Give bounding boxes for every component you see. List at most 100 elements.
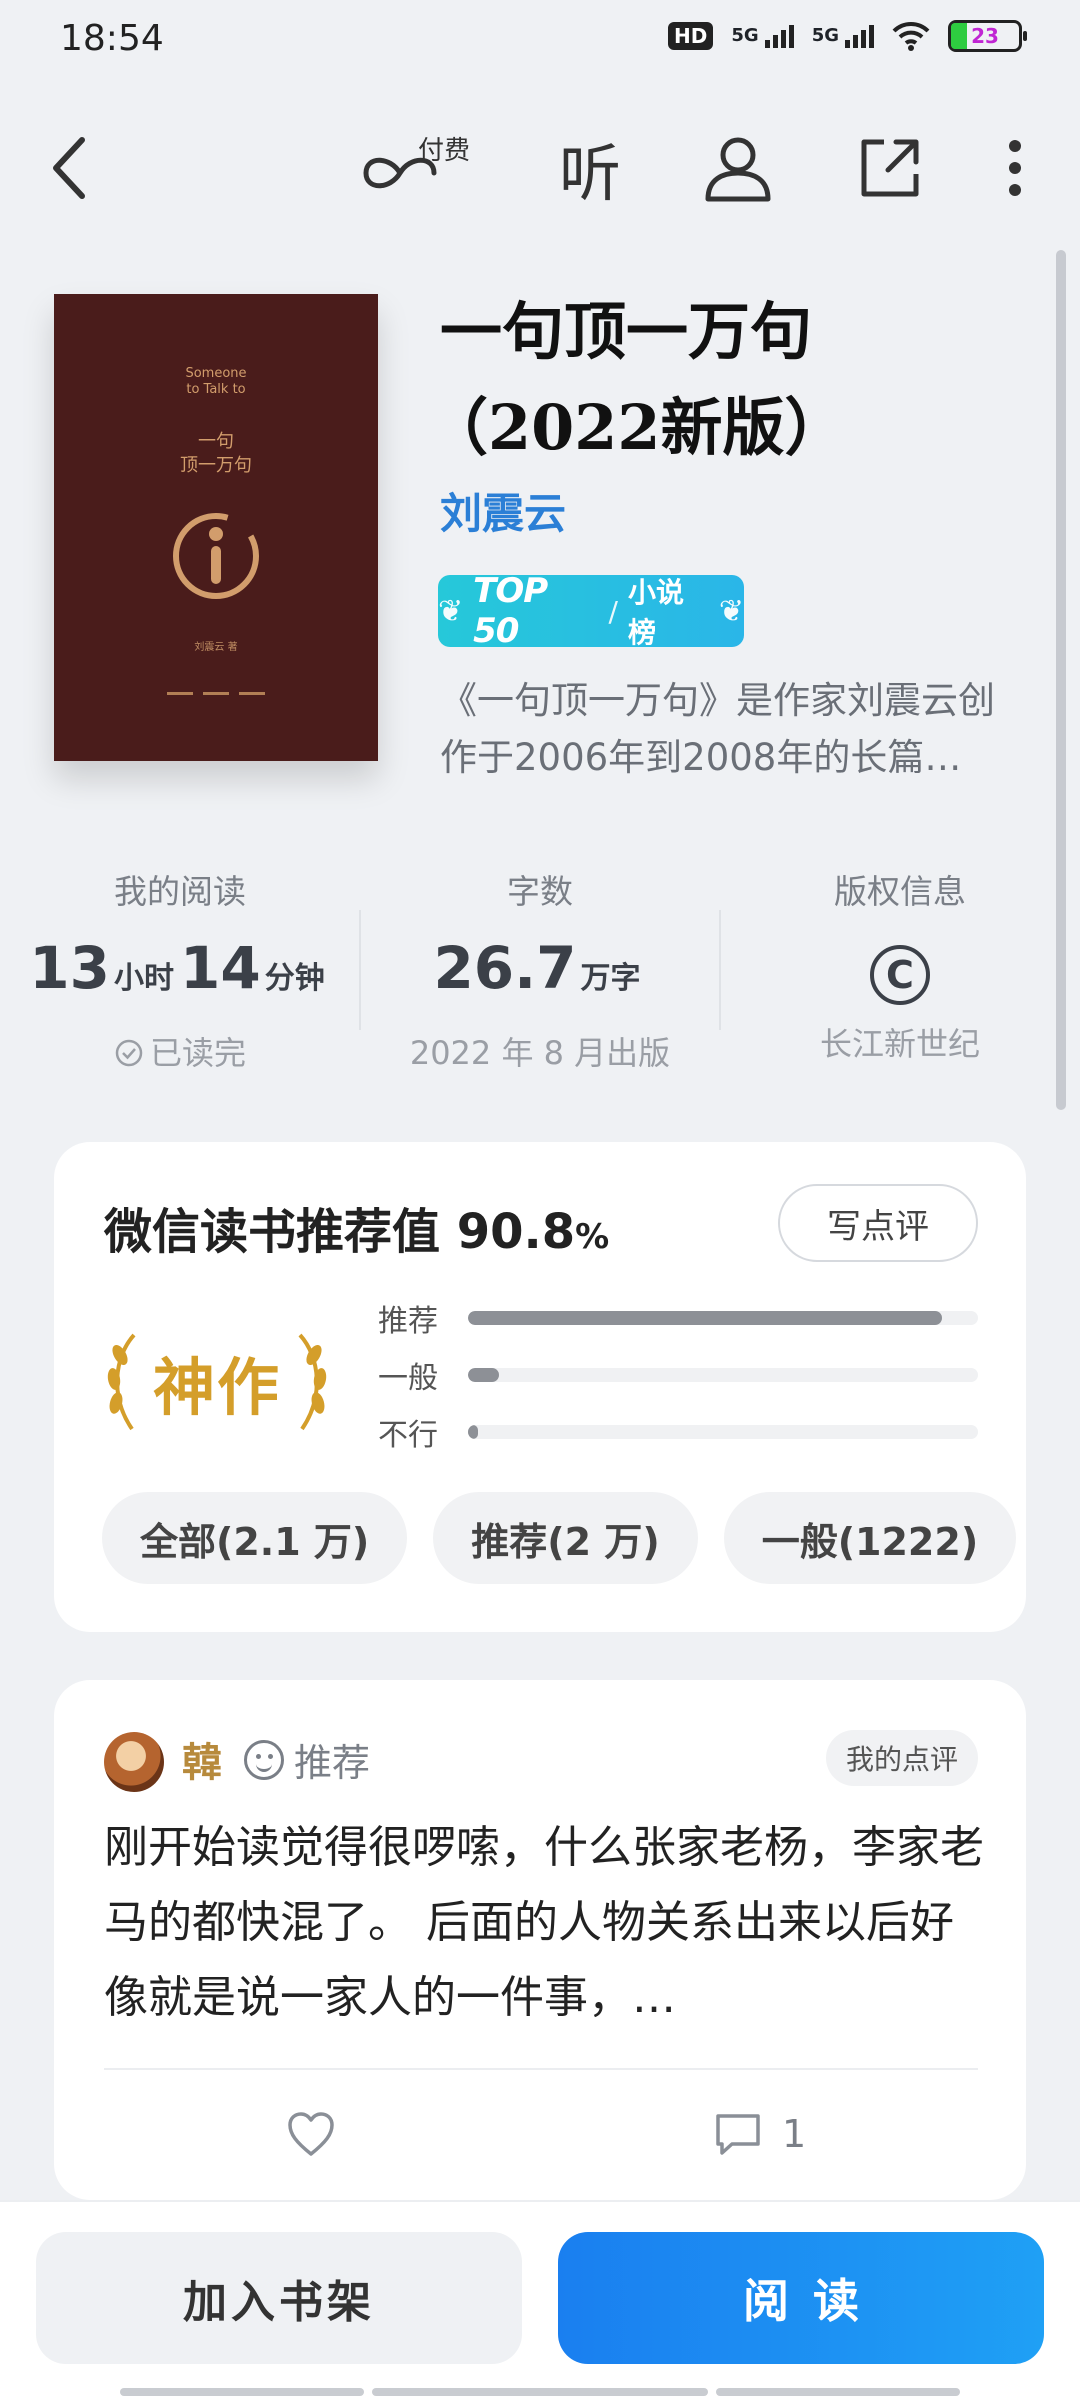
cover-publisher-mark — [54, 692, 378, 695]
rating-bar-label: 推荐 — [378, 1304, 438, 1339]
cover-author: 刘震云 著 — [194, 642, 238, 653]
book-title: 一句顶一万句 （2022新版） — [426, 284, 1040, 476]
rank-top-label: TOP 50 — [473, 571, 548, 651]
status-icons: HD 5G 5G 23 — [668, 20, 1027, 52]
rank-list-label: 小说榜 — [627, 576, 684, 649]
check-circle-icon — [115, 1039, 143, 1067]
paid-listen-button[interactable]: 付费 — [360, 128, 470, 208]
person-icon — [705, 137, 771, 202]
stat-copyright-value: C — [720, 933, 1080, 1005]
rating-bar-label: 不行 — [378, 1418, 438, 1453]
rating-bar-average: 一般 — [378, 1355, 978, 1396]
stat-reading-value: 13 小时 14 分钟 — [0, 933, 360, 1014]
laurel-right-icon — [298, 1333, 327, 1431]
cover-en-line2: to Talk to — [186, 382, 246, 397]
signal-icon-sim2: 5G — [811, 24, 874, 48]
rank-badge[interactable]: ❦ TOP 50 / 小说榜 ❦ — [438, 571, 744, 651]
cover-emblem-icon — [173, 513, 259, 599]
stat-words-value: 26.7 万字 — [360, 933, 720, 1014]
reading-minutes-unit: 分钟 — [264, 961, 325, 996]
rating-title: 微信读书推荐值 90.8% — [104, 1192, 609, 1262]
words-unit: 万字 — [580, 961, 641, 996]
filter-recommend[interactable]: 推荐(2 万) — [433, 1492, 698, 1584]
wifi-icon — [892, 21, 930, 51]
battery-icon: 23 — [948, 20, 1027, 52]
listen-button[interactable]: 听 — [550, 128, 630, 210]
stat-reading-status: 已读完 — [0, 1028, 360, 1074]
stat-word-count: 字数 26.7 万字 2022 年 8 月出版 — [360, 865, 720, 1074]
reading-status-text: 已读完 — [149, 1034, 246, 1072]
copyright-icon: C — [870, 945, 930, 1005]
reading-hours-unit: 小时 — [114, 961, 174, 996]
review-verdict: 推荐 — [244, 1732, 370, 1787]
signal-icon-sim1: 5G — [731, 24, 794, 48]
rating-bar-track — [468, 1368, 978, 1382]
review-text[interactable]: 刚开始读觉得很啰嗦，什么张家老杨，李家老马的都快混了。 后面的人物关系出来以后好… — [104, 1810, 984, 2035]
stat-reading-label: 我的阅读 — [114, 872, 246, 911]
share-button[interactable] — [852, 128, 928, 208]
stat-publisher: 长江新世纪 — [819, 1025, 980, 1063]
rating-bar-track — [468, 1311, 978, 1325]
laurel-left-icon: ❦ — [438, 593, 464, 629]
reviewer-name[interactable]: 韓 — [182, 1730, 222, 1788]
my-review-badge: 我的点评 — [825, 1730, 978, 1786]
nav-gesture-bar — [120, 2388, 364, 2396]
stat-copyright-label: 版权信息 — [834, 872, 966, 911]
nav-gesture-bar — [372, 2388, 708, 2396]
cover-chinese-title: 一句 顶一万句 — [54, 430, 378, 478]
comment-button[interactable]: 1 — [714, 2110, 806, 2158]
book-author-link[interactable]: 刘震云 — [440, 480, 566, 541]
hd-icon: HD — [668, 22, 714, 50]
rating-title-text: 微信读书推荐值 90.8 — [104, 1204, 576, 1260]
masterpiece-badge: 神作 — [102, 1322, 332, 1442]
rating-bar-track — [468, 1425, 978, 1439]
stat-words-label: 字数 — [507, 872, 573, 911]
review-verdict-label: 推荐 — [294, 1741, 371, 1785]
sim1-label: 5G — [731, 24, 759, 46]
stat-my-reading[interactable]: 我的阅读 13 小时 14 分钟 已读完 — [0, 865, 360, 1074]
stat-publish-date: 2022 年 8 月出版 — [409, 1034, 671, 1072]
more-button[interactable] — [990, 128, 1040, 208]
cover-english-title: Someone to Talk to — [54, 366, 378, 398]
back-button[interactable] — [36, 128, 100, 208]
book-cover[interactable]: Someone to Talk to 一句 顶一万句 刘震云 著 — [54, 294, 378, 761]
rank-separator: / — [608, 594, 618, 628]
write-review-button[interactable]: 写点评 — [778, 1184, 978, 1262]
rating-bar-bad: 不行 — [378, 1412, 978, 1453]
laurel-right-icon: ❦ — [718, 593, 744, 629]
paid-label: 付费 — [418, 136, 471, 166]
rating-bar-fill — [468, 1368, 499, 1382]
book-intro[interactable]: 《一句顶一万句》是作家刘震云创作于2006年到2008年的长篇… — [440, 672, 1010, 786]
heart-icon[interactable] — [286, 2110, 336, 2160]
reading-hours: 13 — [29, 934, 110, 1002]
more-icon — [1009, 140, 1021, 196]
review-divider — [104, 2068, 978, 2070]
smile-icon — [244, 1739, 284, 1780]
book-title-line2: （2022新版） — [426, 391, 847, 464]
masterpiece-label: 神作 — [152, 1351, 281, 1424]
rating-bar-fill — [468, 1311, 943, 1325]
sim2-label: 5G — [811, 24, 839, 46]
stat-copyright[interactable]: 版权信息 C 长江新世纪 — [720, 865, 1080, 1065]
nav-gesture-bar — [716, 2388, 960, 2396]
filter-all[interactable]: 全部(2.1 万) — [102, 1492, 408, 1584]
rating-percent-sign: % — [575, 1217, 610, 1257]
add-to-shelf-button[interactable]: 加入书架 — [36, 2232, 522, 2364]
review-card[interactable]: 韓 推荐 我的点评 刚开始读觉得很啰嗦，什么张家老杨，李家老马的都快混了。 后面… — [54, 1680, 1026, 2200]
words-value: 26.7 — [433, 934, 577, 1002]
listen-icon: 听 — [558, 137, 621, 210]
cover-en-line1: Someone — [185, 366, 247, 381]
laurel-left-icon — [107, 1333, 136, 1431]
author-button[interactable] — [700, 128, 776, 208]
rating-card: 微信读书推荐值 90.8% 写点评 神作 推荐 一般 不行 全部(2.1 万) … — [54, 1142, 1026, 1632]
reading-minutes: 14 — [180, 934, 261, 1002]
battery-level: 23 — [971, 24, 999, 48]
avatar[interactable] — [104, 1732, 164, 1792]
comment-count: 1 — [782, 2112, 807, 2156]
filter-average[interactable]: 一般(1222) — [723, 1492, 1017, 1584]
cover-cn-line2: 顶一万句 — [180, 455, 252, 476]
rating-bar-fill — [468, 1425, 479, 1439]
back-icon — [53, 137, 85, 199]
read-button[interactable]: 阅读 — [558, 2232, 1044, 2364]
cover-cn-line1: 一句 — [198, 431, 234, 452]
